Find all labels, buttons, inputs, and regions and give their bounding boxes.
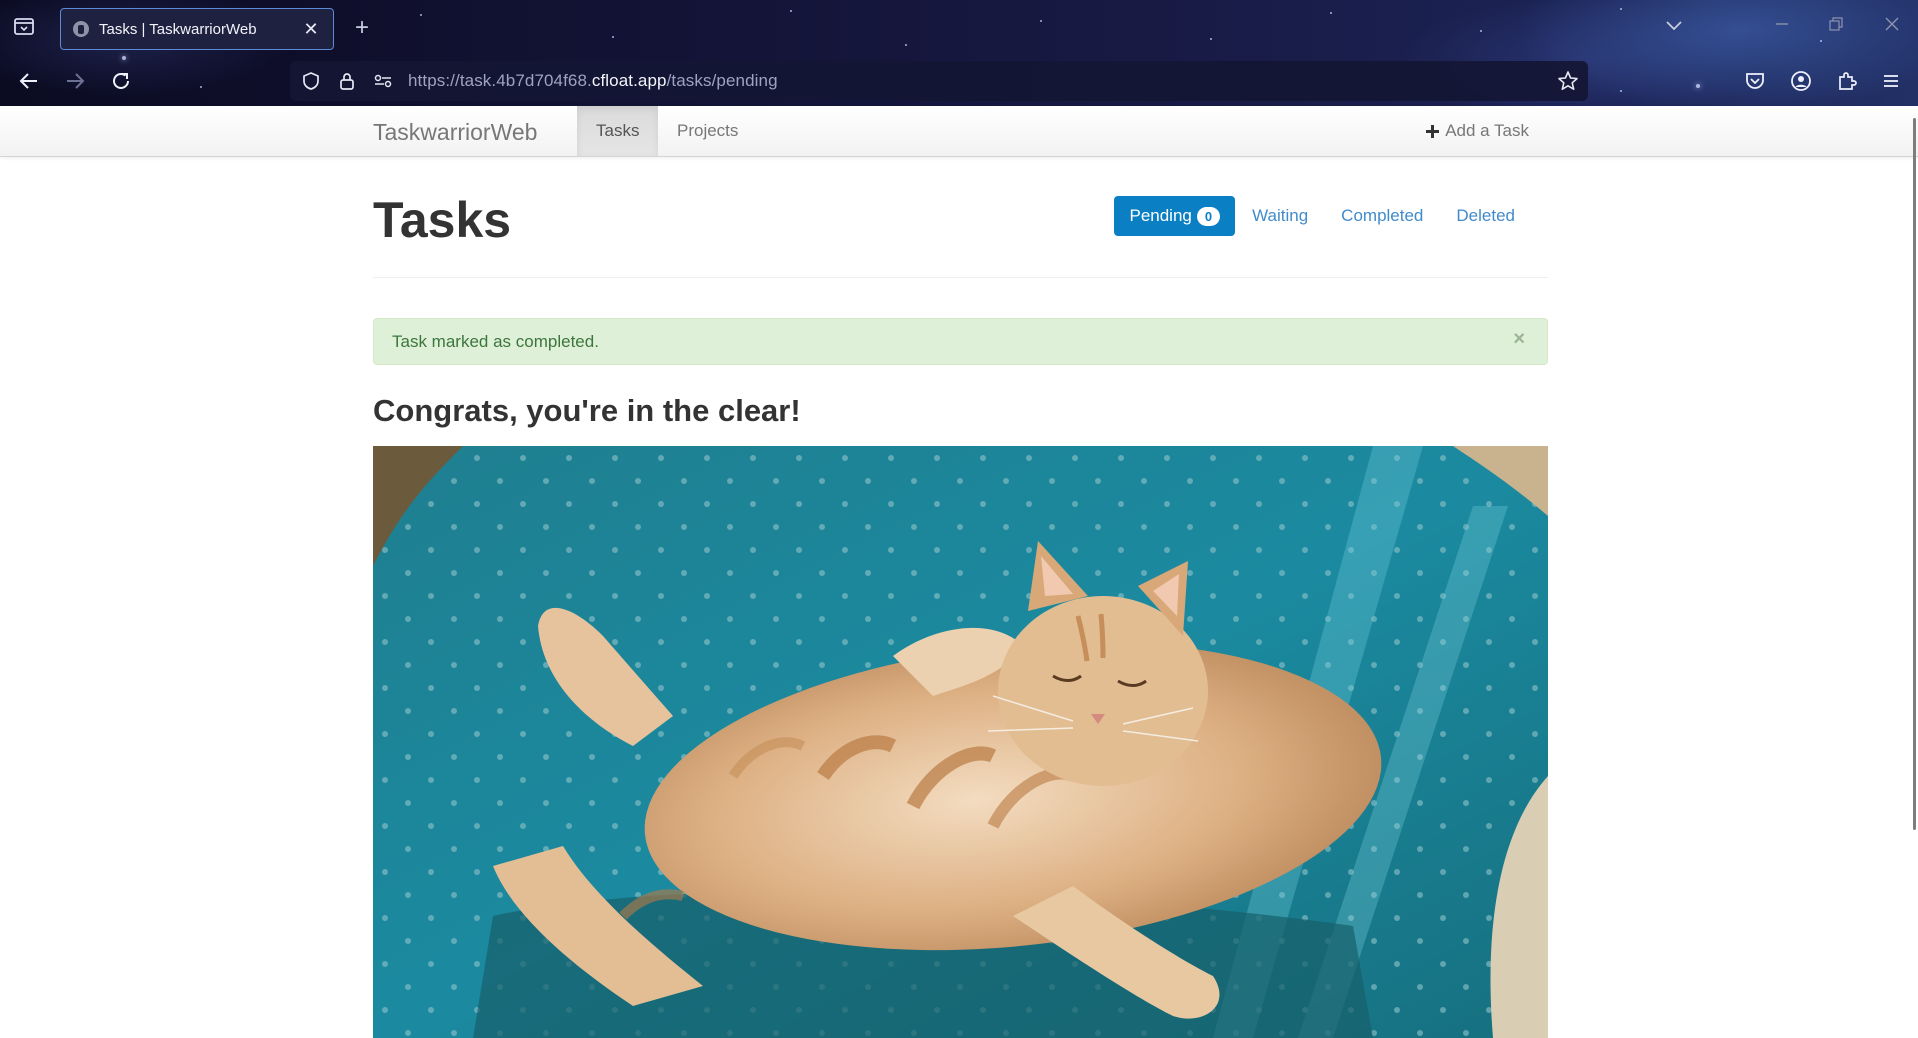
- url-prefix: https://task.4b7d704f68.: [408, 71, 592, 90]
- browser-chrome: Tasks | TaskwarriorWeb ✕ + https://task.…: [0, 0, 1918, 106]
- star-icon[interactable]: [1556, 69, 1580, 93]
- cat-photo: [373, 446, 1548, 1038]
- cat-illustration: [373, 446, 1548, 1038]
- close-window-icon[interactable]: [1880, 16, 1904, 37]
- empty-state-heading: Congrats, you're in the clear!: [373, 393, 801, 428]
- main-container: Tasks Pending 0 Waiting Completed Delete…: [373, 157, 1548, 428]
- url-bar[interactable]: https://task.4b7d704f68.cfloat.app/tasks…: [290, 61, 1588, 101]
- account-icon[interactable]: [1786, 66, 1816, 96]
- add-task-button[interactable]: Add a Task: [1426, 106, 1529, 156]
- arrow-left-icon[interactable]: [14, 66, 44, 96]
- page-scrollbar[interactable]: [1913, 118, 1916, 830]
- site-favicon-icon: [73, 21, 89, 37]
- arrow-right-icon[interactable]: [60, 66, 90, 96]
- filter-waiting[interactable]: Waiting: [1236, 196, 1324, 236]
- minimize-icon[interactable]: [1770, 16, 1794, 37]
- pocket-icon[interactable]: [1740, 66, 1770, 96]
- nav-projects[interactable]: Projects: [658, 106, 757, 156]
- url-host: cfloat.app: [591, 71, 667, 90]
- reload-icon[interactable]: [106, 66, 136, 96]
- filter-pending[interactable]: Pending 0: [1114, 196, 1236, 236]
- alert-message: Task marked as completed.: [392, 331, 599, 351]
- filter-deleted[interactable]: Deleted: [1440, 196, 1531, 236]
- new-tab-button[interactable]: +: [350, 14, 374, 42]
- permissions-icon[interactable]: [372, 70, 394, 92]
- lock-icon[interactable]: [336, 70, 358, 92]
- shield-icon[interactable]: [300, 70, 322, 92]
- web-page: TaskwarriorWeb Tasks Projects Add a Task…: [0, 106, 1918, 1038]
- filter-pending-label: Pending: [1129, 206, 1192, 225]
- page-header: Tasks Pending 0 Waiting Completed Delete…: [373, 157, 1548, 278]
- close-tab-icon[interactable]: ✕: [301, 19, 321, 40]
- puzzle-icon[interactable]: [1832, 66, 1862, 96]
- tab-list-icon[interactable]: [12, 15, 38, 39]
- success-alert: Task marked as completed. ×: [373, 318, 1548, 365]
- pending-count-badge: 0: [1196, 206, 1221, 226]
- page-title: Tasks: [373, 192, 512, 248]
- tab-bar: Tasks | TaskwarriorWeb ✕ +: [0, 0, 1918, 54]
- brand-link[interactable]: TaskwarriorWeb: [373, 119, 537, 146]
- site-navbar: TaskwarriorWeb Tasks Projects Add a Task: [0, 106, 1918, 157]
- hamburger-menu-icon[interactable]: [1876, 66, 1906, 96]
- add-task-label: Add a Task: [1445, 121, 1529, 140]
- nav-tasks[interactable]: Tasks: [577, 106, 659, 156]
- url-text[interactable]: https://task.4b7d704f68.cfloat.app/tasks…: [408, 71, 778, 91]
- browser-tab-active[interactable]: Tasks | TaskwarriorWeb ✕: [60, 8, 334, 50]
- task-filter-pills: Pending 0 Waiting Completed Deleted: [1113, 196, 1531, 236]
- chevron-down-icon[interactable]: [1664, 18, 1684, 34]
- close-alert-icon[interactable]: ×: [1513, 328, 1525, 351]
- tab-title: Tasks | TaskwarriorWeb: [99, 20, 257, 38]
- plus-icon: [1426, 124, 1440, 138]
- url-path: /tasks/pending: [666, 71, 778, 90]
- restore-icon[interactable]: [1824, 16, 1848, 37]
- filter-completed[interactable]: Completed: [1325, 196, 1439, 236]
- navigation-toolbar: https://task.4b7d704f68.cfloat.app/tasks…: [0, 58, 1918, 104]
